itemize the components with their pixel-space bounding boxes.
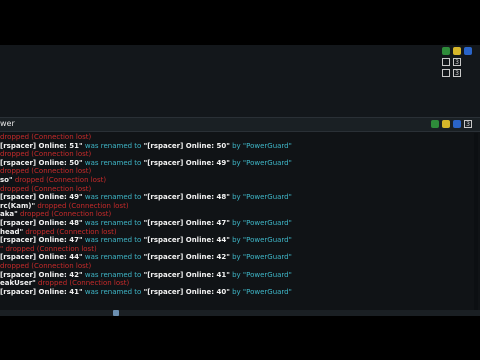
chat-message-segment: [rspacer] Online: 41": [0, 287, 83, 296]
chat-message-line: [rspacer] Online: 42" was renamed to "[r…: [0, 271, 470, 280]
chat-message-segment: "PowerGuard": [242, 193, 292, 202]
yellow-badge-icon[interactable]: [453, 47, 461, 55]
chat-message-line: so" dropped (Connection lost): [0, 176, 470, 185]
chat-message-line: [rspacer] Online: 44" was renamed to "[r…: [0, 253, 470, 262]
chat-message-segment: by: [229, 270, 243, 279]
number-3-icon: 3: [453, 58, 461, 66]
chat-message-segment: dropped (Connection lost): [17, 210, 112, 219]
chat-message-segment: by: [229, 253, 243, 262]
chat-message-line: " dropped (Connection lost): [0, 245, 470, 254]
topic-status-icons: 3: [431, 120, 472, 128]
status-icon-row-3: 3: [442, 69, 472, 77]
chat-message-segment: by: [229, 287, 243, 296]
chat-message-segment: was renamed to: [82, 236, 144, 245]
chat-message-segment: "PowerGuard": [242, 287, 292, 296]
chat-message-line: aka" dropped (Connection lost): [0, 210, 470, 219]
chat-message-segment: rc(Kam)": [0, 201, 36, 210]
yellow-badge-icon[interactable]: [442, 120, 450, 128]
chat-message-segment: was renamed to: [82, 287, 144, 296]
chat-message-segment: "[rspacer] Online: 49": [143, 158, 230, 167]
chat-message-segment: was renamed to: [82, 218, 144, 227]
chat-message-line: head" dropped (Connection lost): [0, 228, 470, 237]
chat-message-segment: "PowerGuard": [242, 218, 292, 227]
chat-message-segment: [rspacer] Online: 51": [0, 141, 83, 150]
chat-message-segment: by: [229, 141, 243, 150]
chat-message-segment: "[rspacer] Online: 48": [143, 193, 230, 202]
chat-message-line: dropped (Connection lost): [0, 262, 470, 271]
chat-message-segment: aka": [0, 210, 18, 219]
blue-badge-icon[interactable]: [453, 120, 461, 128]
chat-message-segment: "PowerGuard": [242, 253, 292, 262]
chat-message-segment: [rspacer] Online: 48": [0, 218, 83, 227]
chat-message-segment: dropped (Connection lost): [12, 175, 107, 184]
number-3-icon: 3: [453, 69, 461, 77]
blue-badge-icon[interactable]: [464, 47, 472, 55]
chat-message-line: [rspacer] Online: 47" was renamed to "[r…: [0, 236, 470, 245]
green-badge-icon[interactable]: [442, 47, 450, 55]
channel-header-area: 3 3: [0, 45, 480, 117]
chat-message-segment: "PowerGuard": [242, 270, 292, 279]
chat-message-segment: was renamed to: [82, 270, 144, 279]
header-status-icons: 3 3: [442, 47, 472, 77]
chat-message-segment: "[rspacer] Online: 47": [143, 218, 230, 227]
chat-message-segment: by: [229, 236, 243, 245]
chat-message-segment: dropped (Connection lost): [0, 150, 92, 159]
chat-message-segment: "PowerGuard": [242, 141, 292, 150]
chat-message-line: [rspacer] Online: 50" was renamed to "[r…: [0, 159, 470, 168]
chat-message-segment: dropped (Connection lost): [23, 227, 117, 236]
chat-message-segment: "[rspacer] Online: 41": [143, 270, 230, 279]
chat-message-segment: [rspacer] Online: 49": [0, 193, 83, 202]
chat-message-segment: by: [229, 158, 243, 167]
chat-message-line: dropped (Connection lost): [0, 185, 470, 194]
chat-input-bar[interactable]: [0, 310, 480, 316]
chat-window: 3 3 wer 3 dropped (Connection lost) [rspa…: [0, 45, 480, 315]
chat-message-segment: by: [229, 193, 243, 202]
number-3-icon: 3: [464, 120, 472, 128]
chat-message-segment: "[rspacer] Online: 42": [143, 253, 230, 262]
chat-message-segment: [rspacer] Online: 50": [0, 158, 83, 167]
emoji-icon[interactable]: [113, 310, 119, 316]
chat-message-segment: was renamed to: [82, 193, 144, 202]
chat-message-segment: dropped (Connection lost): [0, 261, 92, 270]
chat-message-segment: eakUser": [0, 279, 36, 288]
chat-message-segment: "[rspacer] Online: 44": [143, 236, 230, 245]
chat-message-segment: dropped (Connection lost): [35, 201, 129, 210]
chat-message-line: [rspacer] Online: 49" was renamed to "[r…: [0, 193, 470, 202]
chat-message-segment: "[rspacer] Online: 50": [143, 141, 230, 150]
channel-topic-bar[interactable]: wer 3: [0, 117, 480, 132]
chat-message-segment: "PowerGuard": [242, 236, 292, 245]
chat-message-segment: so": [0, 175, 13, 184]
chat-message-segment: dropped (Connection lost): [0, 167, 92, 176]
chat-message-line: [rspacer] Online: 41" was renamed to "[r…: [0, 288, 470, 297]
chat-message-line: eakUser" dropped (Connection lost): [0, 279, 470, 288]
chat-message-line: dropped (Connection lost): [0, 150, 470, 159]
chat-message-segment: head": [0, 227, 24, 236]
chat-scrollbar[interactable]: [474, 133, 478, 313]
chat-message-segment: was renamed to: [82, 158, 144, 167]
chat-message-segment: [rspacer] Online: 47": [0, 236, 83, 245]
chat-message-line: dropped (Connection lost): [0, 133, 470, 142]
chat-message-segment: dropped (Connection lost): [35, 279, 130, 288]
chat-message-segment: dropped (Connection lost): [0, 184, 92, 193]
chat-message-segment: was renamed to: [82, 141, 144, 150]
chat-message-segment: dropped (Connection lost): [0, 133, 92, 141]
chat-message-line: rc(Kam)" dropped (Connection lost): [0, 202, 470, 211]
chat-message-segment: [rspacer] Online: 44": [0, 253, 83, 262]
chat-message-line: [rspacer] Online: 48" was renamed to "[r…: [0, 219, 470, 228]
chat-message-segment: by: [229, 218, 243, 227]
checkbox-icon[interactable]: [442, 69, 450, 77]
chat-message-segment: " dropped (Connection lost): [0, 244, 97, 253]
chat-message-segment: was renamed to: [82, 253, 144, 262]
checkbox-icon[interactable]: [442, 58, 450, 66]
chat-log[interactable]: dropped (Connection lost) [rspacer] Onlin…: [0, 133, 470, 313]
status-icon-row-1: [442, 47, 472, 55]
status-icon-row-2: 3: [442, 58, 472, 66]
chat-message-line: [rspacer] Online: 51" was renamed to "[r…: [0, 142, 470, 151]
chat-message-segment: [rspacer] Online: 42": [0, 270, 83, 279]
channel-topic-text: wer: [0, 119, 15, 128]
chat-message-segment: "PowerGuard": [242, 158, 292, 167]
green-badge-icon[interactable]: [431, 120, 439, 128]
chat-message-segment: "[rspacer] Online: 40": [143, 287, 230, 296]
chat-message-line: dropped (Connection lost): [0, 167, 470, 176]
